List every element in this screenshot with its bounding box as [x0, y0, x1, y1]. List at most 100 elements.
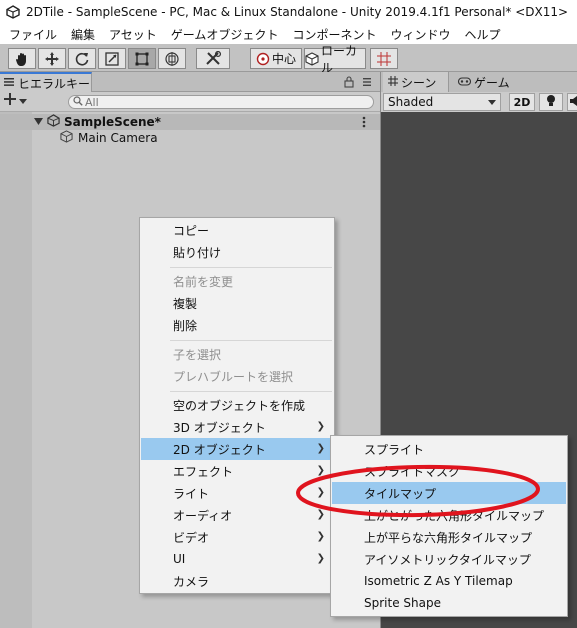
menu-item-label: 2D オブジェクト: [173, 442, 266, 457]
menu-item-label: Sprite Shape: [364, 596, 441, 610]
panel-menu-icon[interactable]: [362, 76, 372, 91]
menu-item-hex-pointy-tilemap[interactable]: 上がとがった六角形タイルマップ: [332, 504, 566, 526]
scale-icon: [104, 51, 120, 67]
lightbulb-icon: [546, 94, 556, 110]
scene-menu-icon[interactable]: [362, 116, 366, 131]
menu-separator: [170, 391, 332, 392]
speaker-icon: [570, 95, 577, 110]
menu-item-label: 貼り付け: [173, 245, 222, 260]
rotate-icon: [74, 51, 90, 67]
menu-item-label: 上がとがった六角形タイルマップ: [364, 508, 545, 523]
grid-snap-icon: [376, 51, 392, 67]
menu-item-sprite-mask[interactable]: スプライトマスク: [332, 460, 566, 482]
menu-item-light[interactable]: ライト ❯: [141, 482, 333, 504]
gameobject-cube-icon: [60, 130, 73, 146]
scale-tool-button[interactable]: [98, 48, 126, 69]
grid-snap-button[interactable]: [370, 48, 398, 69]
submenu-arrow-icon: ❯: [316, 487, 325, 498]
audio-toggle[interactable]: [567, 93, 577, 111]
search-input[interactable]: [85, 95, 355, 109]
tab-hierarchy[interactable]: ヒエラルキー: [0, 72, 92, 92]
tab-scene[interactable]: シーン: [383, 72, 449, 92]
tab-game[interactable]: ゲーム: [453, 72, 523, 92]
shading-mode-value: Shaded: [388, 95, 434, 109]
menu-item-label: プレハブルートを選択: [173, 369, 294, 384]
chevron-down-icon: [488, 95, 496, 109]
menu-item-paste[interactable]: 貼り付け: [141, 241, 333, 263]
search-icon: [73, 95, 83, 109]
menu-item-isometric-z-as-y-tilemap[interactable]: Isometric Z As Y Tilemap: [332, 570, 566, 592]
local-space-icon: [305, 51, 319, 66]
lighting-toggle[interactable]: [539, 93, 563, 111]
submenu-arrow-icon: ❯: [316, 509, 325, 520]
space-label: ローカル: [321, 43, 358, 75]
menu-assets[interactable]: アセット: [102, 26, 164, 43]
menu-item-label: コピー: [173, 223, 210, 238]
create-dropdown-button[interactable]: [4, 93, 27, 108]
menu-bar: ファイル 編集 アセット ゲームオブジェクト コンポーネント ウィンドウ ヘルプ: [0, 24, 577, 44]
menu-item-2d-object[interactable]: 2D オブジェクト ❯: [141, 438, 333, 460]
menu-item-isometric-tilemap[interactable]: アイソメトリックタイルマップ: [332, 548, 566, 570]
transform-tool-button[interactable]: [158, 48, 186, 69]
menu-item-label: オーディオ: [173, 508, 233, 523]
menu-item-create-empty[interactable]: 空のオブジェクトを作成: [141, 394, 333, 416]
move-tool-button[interactable]: [38, 48, 66, 69]
menu-item-video[interactable]: ビデオ ❯: [141, 526, 333, 548]
menu-item-effects[interactable]: エフェクト ❯: [141, 460, 333, 482]
menu-window[interactable]: ウィンドウ: [383, 26, 457, 43]
unity-logo-icon: [6, 5, 20, 19]
menu-item-label: ライト: [173, 486, 210, 501]
menu-item-label: タイルマップ: [364, 486, 437, 501]
space-local-toggle[interactable]: ローカル: [304, 44, 366, 75]
submenu-arrow-icon: ❯: [316, 443, 325, 454]
menu-item-camera[interactable]: カメラ: [141, 570, 333, 592]
submenu-2d-object: スプライト スプライトマスク タイルマップ 上がとがった六角形タイルマップ 上が…: [330, 435, 568, 617]
mode-2d-toggle[interactable]: 2D: [509, 93, 535, 111]
hand-tool-button[interactable]: [8, 48, 36, 69]
menu-component[interactable]: コンポーネント: [285, 26, 383, 43]
rect-tool-button[interactable]: [128, 48, 156, 69]
menu-file[interactable]: ファイル: [2, 26, 64, 43]
menu-item-label: ビデオ: [173, 530, 210, 545]
menu-item-label: UI: [173, 552, 186, 566]
main-camera-label: Main Camera: [78, 131, 158, 145]
pivot-center-toggle[interactable]: 中心: [250, 48, 302, 69]
menu-help[interactable]: ヘルプ: [457, 26, 507, 43]
submenu-arrow-icon: ❯: [316, 421, 325, 432]
menu-edit[interactable]: 編集: [64, 26, 102, 43]
menu-item-label: 3D オブジェクト: [173, 420, 266, 435]
menu-item-ui[interactable]: UI ❯: [141, 548, 333, 570]
scene-root-row[interactable]: SampleScene*: [0, 114, 380, 130]
lock-icon[interactable]: [344, 76, 354, 91]
menu-item-label: 上が平らな六角形タイルマップ: [364, 530, 533, 545]
plus-icon: [4, 93, 16, 108]
menu-item-sprite[interactable]: スプライト: [332, 438, 566, 460]
menu-item-label: スプライト: [364, 442, 425, 457]
menu-item-label: スプライトマスク: [364, 464, 461, 479]
custom-tool-button[interactable]: [196, 48, 230, 69]
menu-item-duplicate[interactable]: 複製: [141, 292, 333, 314]
menu-item-sprite-shape[interactable]: Sprite Shape: [332, 592, 566, 614]
hierarchy-search[interactable]: [68, 95, 374, 109]
menu-gameobject[interactable]: ゲームオブジェクト: [164, 26, 286, 43]
menu-item-copy[interactable]: コピー: [141, 219, 333, 241]
menu-item-hex-flat-tilemap[interactable]: 上が平らな六角形タイルマップ: [332, 526, 566, 548]
menu-item-delete[interactable]: 削除: [141, 314, 333, 336]
scene-toolbar: Shaded 2D: [380, 92, 577, 112]
context-menu: コピー 貼り付け 名前を変更 複製 削除 子を選択 プレハブルートを選択 空のオ…: [139, 217, 335, 594]
menu-item-label: Isometric Z As Y Tilemap: [364, 574, 513, 588]
menu-item-audio[interactable]: オーディオ ❯: [141, 504, 333, 526]
tools-icon: [204, 50, 222, 67]
hierarchy-item-main-camera[interactable]: Main Camera: [0, 130, 380, 146]
menu-item-3d-object[interactable]: 3D オブジェクト ❯: [141, 416, 333, 438]
shading-mode-dropdown[interactable]: Shaded: [383, 93, 501, 111]
submenu-arrow-icon: ❯: [316, 531, 325, 542]
window-title: 2DTile - SampleScene - PC, Mac & Linux S…: [26, 5, 569, 19]
menu-item-label: エフェクト: [173, 464, 234, 479]
rotate-tool-button[interactable]: [68, 48, 96, 69]
menu-item-rename: 名前を変更: [141, 270, 333, 292]
expand-arrow-icon[interactable]: [34, 115, 43, 129]
list-icon: [4, 76, 14, 90]
menu-item-tilemap[interactable]: タイルマップ: [332, 482, 566, 504]
hand-icon: [14, 51, 30, 67]
